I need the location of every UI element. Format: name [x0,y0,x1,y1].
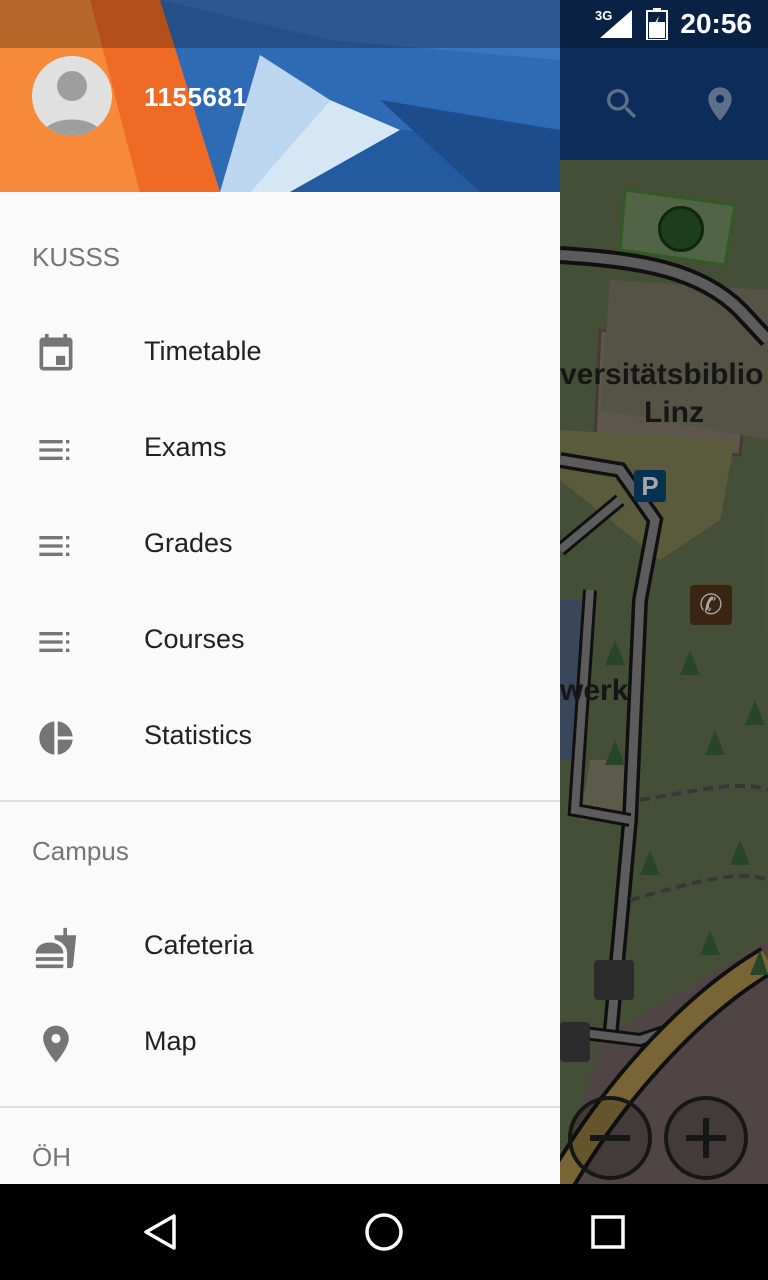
search-button[interactable] [598,80,646,128]
user-id: 1155681 [144,82,248,112]
nav-label: Timetable [144,336,262,366]
nav-label: Map [144,1026,197,1056]
recents-button[interactable] [584,1208,632,1256]
home-button[interactable] [360,1208,408,1256]
clock: 20:56 [680,8,752,39]
back-triangle-icon [144,1214,176,1250]
section-title-campus: Campus [32,836,129,866]
nav-label: Cafeteria [144,930,254,960]
recents-square-icon [591,1215,625,1249]
navigation-drawer: 1155681 KUSSS Timetable Exams Grades Cou… [0,0,560,1184]
list-icon [32,426,80,474]
nav-label: Exams [144,432,227,462]
home-circle-icon [365,1213,403,1251]
nav-label: Grades [144,528,233,558]
battery-icon [646,8,668,40]
signal-icon [600,10,632,38]
person-icon [42,71,102,136]
search-icon [607,89,637,119]
list-icon [32,618,80,666]
nav-item-exams[interactable]: Exams [0,402,560,498]
avatar[interactable] [32,56,112,136]
section-title-kusss: KUSSS [32,242,121,272]
location-pin-icon [32,1020,80,1068]
divider [0,1106,560,1108]
nav-item-timetable[interactable]: Timetable [0,306,560,402]
nav-item-statistics[interactable]: Statistics [0,690,560,786]
calendar-icon [32,330,80,378]
system-nav-bar [0,1184,768,1280]
back-button[interactable] [136,1208,184,1256]
nav-item-courses[interactable]: Courses [0,594,560,690]
divider [0,800,560,802]
section-title-oeh: ÖH [32,1142,71,1172]
location-button[interactable] [696,80,744,128]
list-icon [32,522,80,570]
nav-item-cafeteria[interactable]: Cafeteria [0,900,560,996]
status-bar: 3G 20:56 [0,0,768,48]
nav-item-map[interactable]: Map [0,996,560,1092]
location-pin-icon [708,87,732,121]
nav-label: Courses [144,624,245,654]
nav-label: Statistics [144,720,253,750]
fastfood-icon [32,924,80,972]
pie-chart-icon [32,714,80,762]
nav-item-grades[interactable]: Grades [0,498,560,594]
